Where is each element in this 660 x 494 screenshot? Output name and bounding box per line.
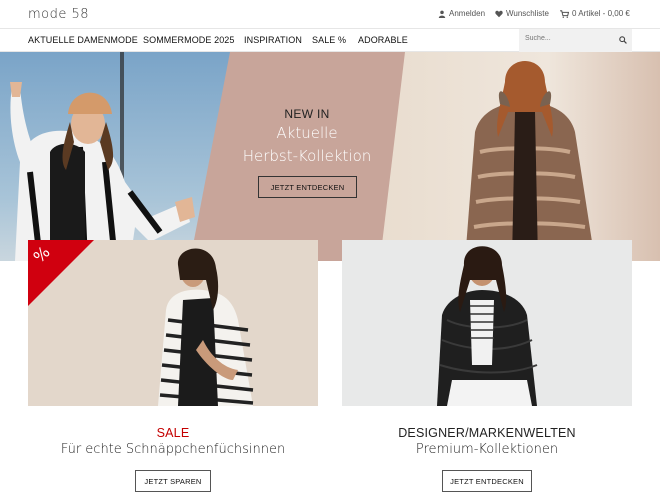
hero-title-line1: Aktuelle [276, 124, 338, 142]
hero-text-block: NEW IN Aktuelle Herbst-Kollektion [226, 107, 388, 167]
search-box [519, 29, 632, 52]
nav-item-sale[interactable]: SALE % [312, 35, 346, 45]
designer-tile-image[interactable] [342, 240, 632, 406]
hero-title-line2: Herbst-Kollektion [242, 147, 372, 165]
wishlist-label: Wunschliste [506, 9, 549, 18]
hero-kicker: NEW IN [284, 107, 330, 121]
heart-icon [495, 10, 503, 17]
designer-heading[interactable]: DESIGNER/MARKENWELTEN [342, 426, 632, 440]
login-link[interactable]: Anmelden [438, 9, 485, 18]
nav-item-adorable[interactable]: ADORABLE [358, 35, 408, 45]
user-icon [438, 10, 446, 18]
model-metallic-puffer-image [465, 61, 595, 261]
login-label: Anmelden [449, 9, 486, 18]
sale-subtitle: Für echte Schnäppchenfüchsinnen [60, 442, 286, 457]
hero-banner[interactable]: NEW IN Aktuelle Herbst-Kollektion JETZT … [0, 52, 660, 261]
model-zebra-jacket-image [10, 52, 195, 261]
nav-item-damenmode[interactable]: AKTUELLE DAMENMODE [28, 35, 138, 45]
wishlist-link[interactable]: Wunschliste [495, 9, 549, 18]
hero-left-image [0, 52, 230, 261]
logo[interactable]: mode 58 [28, 7, 89, 22]
search-input[interactable] [525, 35, 615, 42]
nav-item-inspiration[interactable]: INSPIRATION [244, 35, 302, 45]
save-now-button[interactable]: JETZT SPAREN [135, 470, 211, 492]
cart-link[interactable]: 0 Artikel - 0,00 € [560, 9, 630, 18]
model-lace-blouse-image [342, 240, 632, 406]
designer-subtitle: Premium-Kollektionen [415, 442, 559, 457]
main-nav: AKTUELLE DAMENMODE SOMMERMODE 2025 INSPI… [0, 28, 660, 52]
cart-label: 0 Artikel - 0,00 € [572, 9, 630, 18]
search-icon[interactable] [619, 36, 627, 44]
nav-item-sommermode[interactable]: SOMMERMODE 2025 [143, 35, 235, 45]
hero-discover-button[interactable]: JETZT ENTDECKEN [258, 176, 357, 198]
hero-right-image [380, 52, 660, 261]
cart-icon [560, 9, 569, 18]
sale-caption: SALE Für echte Schnäppchenfüchsinnen [28, 426, 318, 457]
top-bar: mode 58 Anmelden Wunschliste 0 Artikel -… [0, 0, 660, 28]
sale-heading[interactable]: SALE [28, 426, 318, 440]
designer-caption: DESIGNER/MARKENWELTEN Premium-Kollektion… [342, 426, 632, 457]
designer-discover-button[interactable]: JETZT ENTDECKEN [442, 470, 532, 492]
